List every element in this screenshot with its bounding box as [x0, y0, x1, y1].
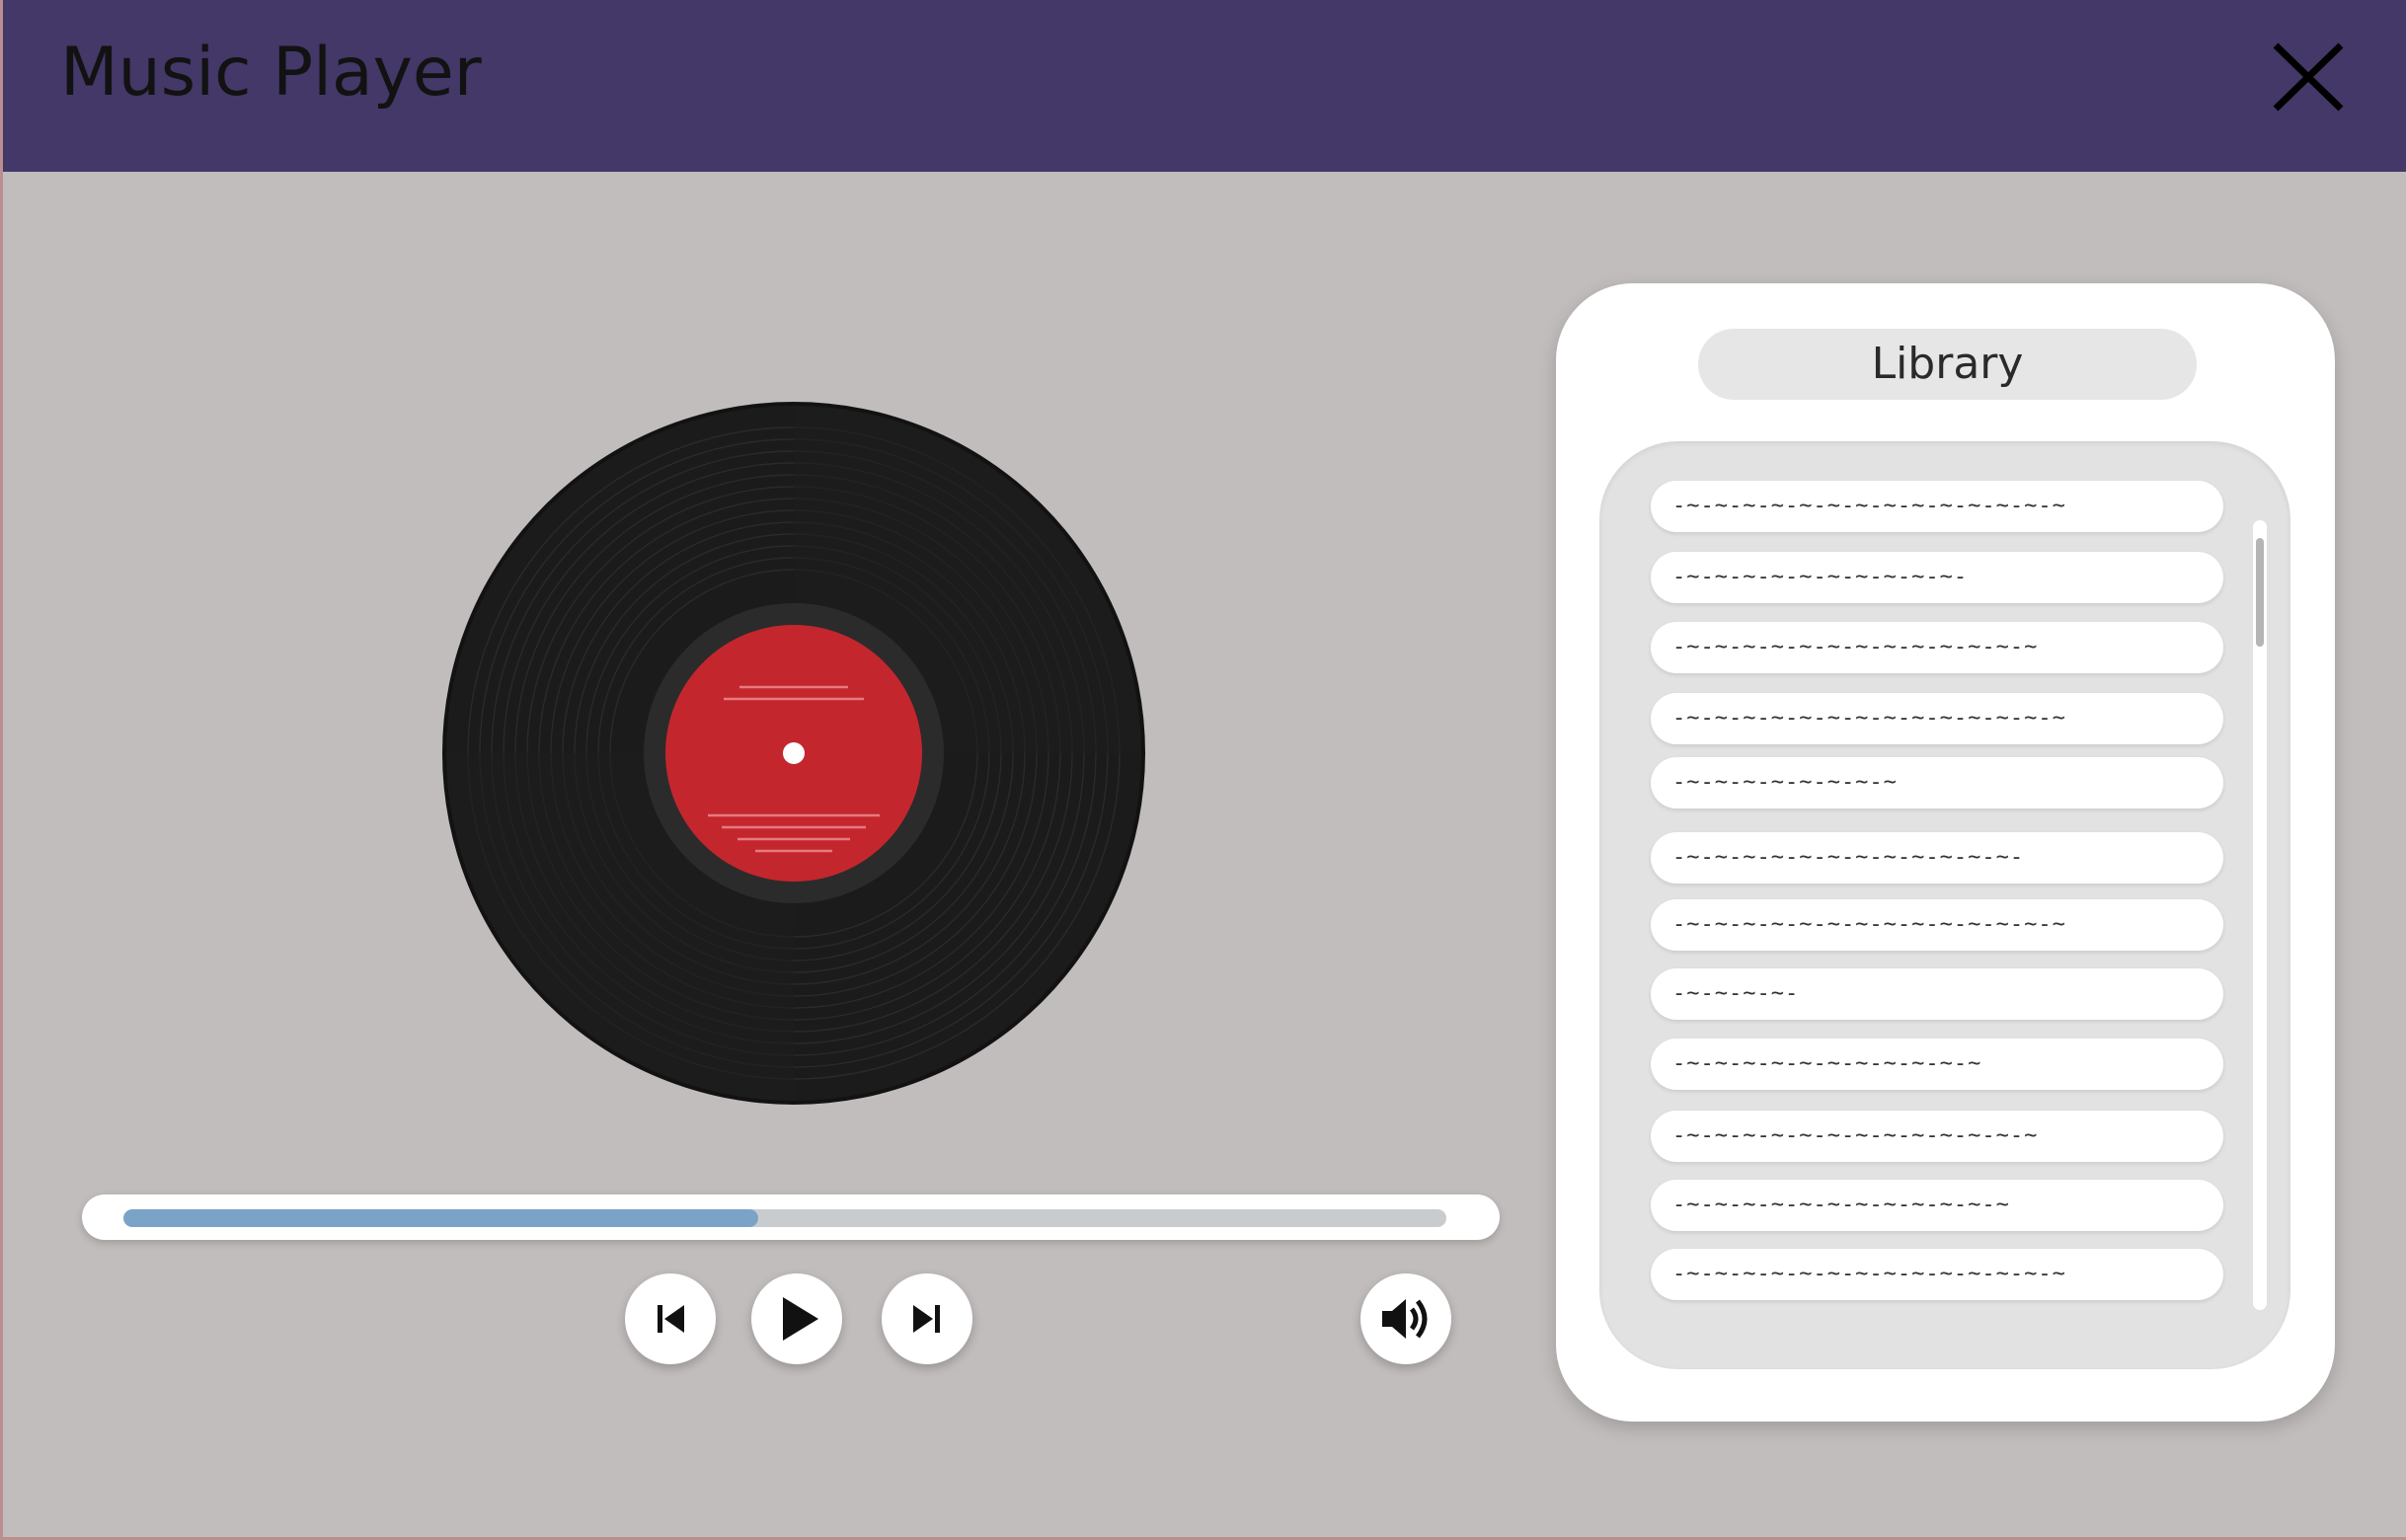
track-title: -~-~-~-~-~-~-~-~-~-~- [1672, 565, 1969, 589]
track-list-scrollbar[interactable] [2253, 520, 2267, 1310]
track-item[interactable]: -~-~-~-~-~-~-~-~-~-~-~-~-~-~ [1651, 1249, 2223, 1300]
music-player-window: Music Player Library -~-~-~-~-~-~-~-~-~-… [0, 0, 2406, 1540]
track-item[interactable]: -~-~-~-~-~-~-~-~-~-~-~-~-~-~ [1651, 481, 2223, 532]
track-item[interactable]: -~-~-~-~-~-~-~-~ [1651, 757, 2223, 808]
progress-track [123, 1209, 1446, 1227]
track-title: -~-~-~-~-~-~-~-~-~-~-~-~-~ [1672, 635, 2039, 659]
track-item[interactable]: -~-~-~-~-~-~-~-~-~-~-~-~- [1651, 832, 2223, 884]
track-item[interactable]: -~-~-~-~-~-~-~-~-~-~-~-~-~-~ [1651, 899, 2223, 951]
progress-fill [123, 1209, 759, 1227]
track-title: -~-~-~-~-~-~-~-~ [1672, 770, 1898, 795]
track-item[interactable]: -~-~-~-~-~-~-~-~-~-~-~-~-~ [1651, 622, 2223, 673]
progress-bar[interactable] [82, 1194, 1500, 1240]
track-item[interactable]: -~-~-~-~-~-~-~-~-~-~-~ [1651, 1039, 2223, 1090]
scrollbar-thumb[interactable] [2256, 538, 2264, 647]
track-title: -~-~-~-~- [1672, 981, 1800, 1006]
close-icon [2273, 42, 2344, 112]
window-title: Music Player [60, 34, 482, 112]
track-title: -~-~-~-~-~-~-~-~-~-~-~-~-~ [1672, 1123, 2039, 1148]
close-button[interactable] [2264, 38, 2353, 116]
skip-next-icon [913, 1305, 940, 1333]
play-button[interactable] [751, 1273, 842, 1364]
previous-button[interactable] [625, 1273, 716, 1364]
track-item[interactable]: -~-~-~-~-~-~-~-~-~-~-~-~-~ [1651, 1111, 2223, 1162]
volume-button[interactable] [1360, 1273, 1451, 1364]
track-title: -~-~-~-~-~-~-~-~-~-~-~-~-~-~ [1672, 1262, 2066, 1286]
library-card: Library -~-~-~-~-~-~-~-~-~-~-~-~-~-~ -~-… [1556, 283, 2335, 1422]
title-bar: Music Player [3, 0, 2406, 172]
vinyl-record-graphic [442, 402, 1145, 1105]
vinyl-record [441, 401, 1146, 1106]
track-title: -~-~-~-~-~-~-~-~-~-~-~-~-~-~ [1672, 912, 2066, 937]
track-title: -~-~-~-~-~-~-~-~-~-~-~-~ [1672, 1193, 2010, 1217]
skip-previous-icon [658, 1305, 684, 1333]
track-list: -~-~-~-~-~-~-~-~-~-~-~-~-~-~ -~-~-~-~-~-… [1599, 441, 2290, 1369]
library-title: Library [1698, 329, 2197, 400]
track-item[interactable]: -~-~-~-~-~-~-~-~-~-~- [1651, 552, 2223, 603]
play-icon [783, 1297, 818, 1341]
track-item[interactable]: -~-~-~-~- [1651, 968, 2223, 1020]
track-title: -~-~-~-~-~-~-~-~-~-~-~-~- [1672, 845, 2025, 870]
track-title: -~-~-~-~-~-~-~-~-~-~-~-~-~-~ [1672, 706, 2066, 731]
track-item[interactable]: -~-~-~-~-~-~-~-~-~-~-~-~ [1651, 1180, 2223, 1231]
volume-icon [1382, 1299, 1428, 1339]
track-title: -~-~-~-~-~-~-~-~-~-~-~-~-~-~ [1672, 494, 2066, 518]
next-button[interactable] [882, 1273, 972, 1364]
track-title: -~-~-~-~-~-~-~-~-~-~-~ [1672, 1051, 1982, 1076]
track-item[interactable]: -~-~-~-~-~-~-~-~-~-~-~-~-~-~ [1651, 693, 2223, 744]
